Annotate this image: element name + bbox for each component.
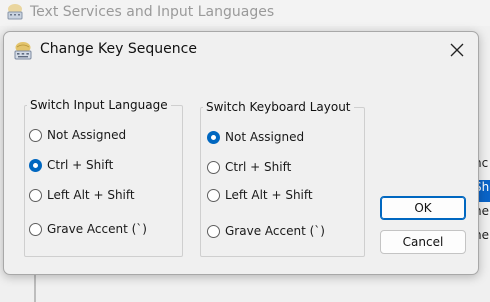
radio-button-checked[interactable]: [29, 158, 42, 172]
close-button[interactable]: [440, 36, 474, 64]
switch-input-language-legend: Switch Input Language: [30, 98, 168, 112]
radio-label: Not Assigned: [225, 130, 305, 144]
radio-label: Not Assigned: [47, 128, 127, 142]
radio-layout-not-assigned[interactable]: Not Assigned: [207, 127, 304, 147]
radio-label: Ctrl + Shift: [225, 160, 292, 174]
dialog-titlebar[interactable]: Change Key Sequence: [4, 32, 478, 68]
keyboard-globe-icon: [5, 2, 25, 22]
radio-button[interactable]: [207, 160, 220, 174]
radio-input-left-alt-shift[interactable]: Left Alt + Shift: [29, 185, 135, 205]
cancel-button[interactable]: Cancel: [380, 230, 466, 254]
change-key-sequence-dialog: Change Key Sequence Switch Input Languag…: [3, 31, 479, 275]
radio-label: Grave Accent (`): [47, 222, 147, 236]
radio-input-not-assigned[interactable]: Not Assigned: [29, 125, 126, 145]
keyboard-globe-icon: [12, 40, 34, 62]
switch-keyboard-layout-legend: Switch Keyboard Layout: [206, 100, 351, 114]
close-icon: [450, 43, 464, 57]
background-titlebar: Text Services and Input Languages: [0, 0, 490, 26]
ok-button[interactable]: OK: [380, 196, 466, 220]
radio-label: Ctrl + Shift: [47, 158, 114, 172]
radio-layout-left-alt-shift[interactable]: Left Alt + Shift: [207, 185, 313, 205]
radio-input-grave-accent[interactable]: Grave Accent (`): [29, 219, 147, 239]
radio-button-checked[interactable]: [207, 130, 220, 144]
background-divider: [34, 272, 36, 302]
radio-layout-ctrl-shift[interactable]: Ctrl + Shift: [207, 157, 291, 177]
background-window-title: Text Services and Input Languages: [30, 4, 275, 20]
radio-label: Left Alt + Shift: [47, 188, 135, 202]
radio-label: Grave Accent (`): [225, 224, 325, 238]
radio-button[interactable]: [29, 222, 42, 236]
radio-label: Left Alt + Shift: [225, 188, 313, 202]
radio-button[interactable]: [207, 224, 220, 238]
radio-layout-grave-accent[interactable]: Grave Accent (`): [207, 221, 325, 241]
radio-button[interactable]: [29, 188, 42, 202]
radio-button[interactable]: [207, 188, 220, 202]
dialog-title: Change Key Sequence: [40, 41, 197, 57]
radio-input-ctrl-shift[interactable]: Ctrl + Shift: [29, 155, 113, 175]
radio-button[interactable]: [29, 128, 42, 142]
